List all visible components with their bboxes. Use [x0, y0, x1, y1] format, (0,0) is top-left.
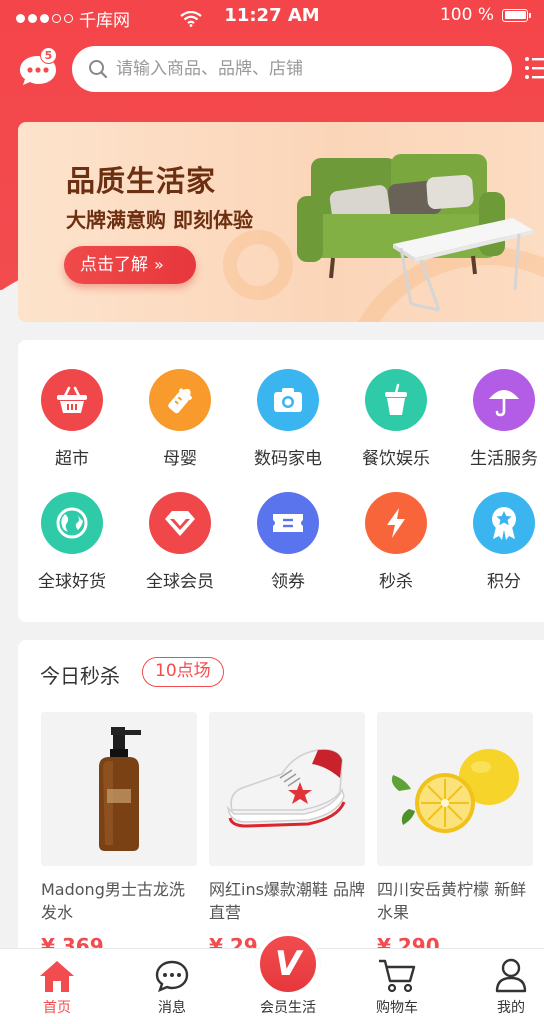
- category-label: 超市: [55, 449, 89, 469]
- category-points[interactable]: 积分: [450, 492, 544, 592]
- category-life-services[interactable]: 生活服务: [450, 369, 544, 469]
- banner-learn-more-button[interactable]: 点击了解 »: [64, 246, 196, 284]
- product-name: Madong男士古龙洗发水: [41, 880, 185, 922]
- category-global-member[interactable]: 全球会员: [126, 492, 234, 592]
- category-label: 全球会员: [146, 572, 214, 592]
- sneaker-icon: [209, 712, 365, 866]
- flash-sale-section: 今日秒杀 10点场 Madong男士古龙洗发水 ¥ 369 网红ins爆款潮鞋 …: [18, 640, 544, 970]
- category-coupons[interactable]: 领券: [234, 492, 342, 592]
- tab-label: 会员生活: [260, 1000, 316, 1016]
- baby-bottle-icon: [149, 369, 211, 431]
- double-chevron-right-icon: »: [154, 255, 164, 274]
- globe-icon: [41, 492, 103, 554]
- category-electronics[interactable]: 数码家电: [234, 369, 342, 469]
- product-card[interactable]: 四川安岳黄柠檬 新鲜水果 ¥ 290: [377, 712, 533, 958]
- tab-home[interactable]: 首页: [12, 949, 102, 1024]
- category-label: 母婴: [163, 449, 197, 469]
- medal-icon: [473, 492, 535, 554]
- category-grid: 超市 母婴 数码家电 餐饮娱乐 生活服务 全球好货 全球会员 领券 秒杀 积分: [18, 340, 544, 622]
- status-bar: 千库网 11:27 AM 100 %: [0, 0, 544, 32]
- banner-title: 品质生活家: [66, 164, 217, 198]
- camera-icon: [257, 369, 319, 431]
- menu-button[interactable]: [524, 54, 544, 84]
- tab-label: 消息: [158, 1000, 186, 1016]
- basket-icon: [41, 369, 103, 431]
- user-icon: [495, 958, 527, 993]
- banner-subtitle: 大牌满意购 即刻体验: [66, 208, 253, 232]
- product-card[interactable]: 网红ins爆款潮鞋 品牌直营 ¥ 29: [209, 712, 365, 958]
- battery-icon: [502, 8, 531, 22]
- flash-sale-title: 今日秒杀: [40, 664, 120, 688]
- tab-profile[interactable]: 我的: [466, 949, 544, 1024]
- chat-bubble-icon: [155, 960, 189, 993]
- battery-percent: 100 %: [439, 5, 494, 25]
- category-label: 数码家电: [254, 449, 322, 469]
- banner-button-label: 点击了解: [80, 255, 148, 275]
- search-icon: [89, 60, 108, 79]
- sofa-image: [297, 154, 533, 312]
- product-name: 四川安岳黄柠檬 新鲜水果: [377, 880, 527, 922]
- category-dining[interactable]: 餐饮娱乐: [342, 369, 450, 469]
- umbrella-icon: [473, 369, 535, 431]
- ticket-icon: [257, 492, 319, 554]
- search-bar[interactable]: [72, 46, 512, 92]
- message-count-badge: 5: [40, 47, 57, 64]
- lightning-icon: [365, 492, 427, 554]
- home-icon: [40, 961, 74, 992]
- diamond-icon: [149, 492, 211, 554]
- category-label: 秒杀: [379, 572, 413, 592]
- category-label: 积分: [487, 572, 521, 592]
- category-label: 领券: [271, 572, 305, 592]
- tab-messages[interactable]: 消息: [127, 949, 217, 1024]
- shampoo-bottle-icon: [41, 712, 197, 866]
- drink-cup-icon: [365, 369, 427, 431]
- tab-cart[interactable]: 购物车: [352, 949, 442, 1024]
- product-name: 网红ins爆款潮鞋 品牌直营: [209, 880, 366, 922]
- lemon-icon: [377, 712, 533, 866]
- category-label: 生活服务: [470, 449, 538, 469]
- category-baby[interactable]: 母婴: [126, 369, 234, 469]
- flash-sale-session-tag[interactable]: 10点场: [142, 657, 224, 687]
- category-supermarket[interactable]: 超市: [18, 369, 126, 469]
- vip-icon[interactable]: V: [256, 932, 320, 996]
- search-input[interactable]: [116, 59, 476, 79]
- tab-label: 首页: [43, 1000, 71, 1016]
- list-menu-icon: [525, 57, 544, 79]
- cart-icon: [379, 959, 416, 993]
- tab-label: 我的: [497, 1000, 525, 1016]
- category-global-goods[interactable]: 全球好货: [18, 492, 126, 592]
- category-flash-sale[interactable]: 秒杀: [342, 492, 450, 592]
- category-label: 全球好货: [38, 572, 106, 592]
- tab-label: 购物车: [376, 1000, 418, 1016]
- product-card[interactable]: Madong男士古龙洗发水 ¥ 369: [41, 712, 197, 958]
- category-label: 餐饮娱乐: [362, 449, 430, 469]
- promo-banner[interactable]: 品质生活家 大牌满意购 即刻体验 点击了解 »: [18, 122, 544, 322]
